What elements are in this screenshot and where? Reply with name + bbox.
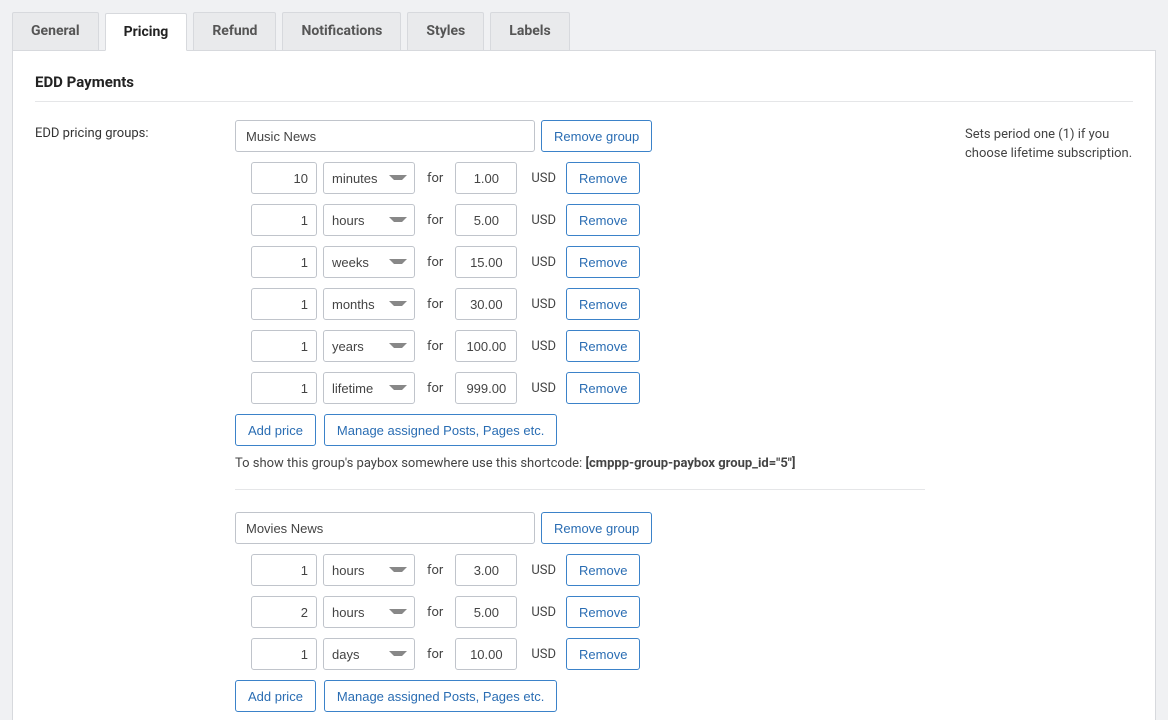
currency-label: USD: [523, 255, 560, 270]
period-unit-select[interactable]: minuteshoursdaysweeksmonthsyearslifetime: [323, 246, 415, 278]
for-label: for: [421, 381, 449, 396]
remove-price-button[interactable]: Remove: [566, 596, 640, 628]
manage-assigned-button[interactable]: Manage assigned Posts, Pages etc.: [324, 680, 557, 712]
chevron-down-icon: minuteshoursdaysweeksmonthsyearslifetime: [323, 554, 415, 586]
period-unit-select[interactable]: minuteshoursdaysweeksmonthsyearslifetime: [323, 204, 415, 236]
remove-price-button[interactable]: Remove: [566, 162, 640, 194]
manage-assigned-button[interactable]: Manage assigned Posts, Pages etc.: [324, 414, 557, 446]
period-unit-select[interactable]: minuteshoursdaysweeksmonthsyearslifetime: [323, 596, 415, 628]
currency-label: USD: [523, 171, 560, 186]
for-label: for: [421, 605, 449, 620]
section-title: EDD Payments: [35, 73, 1133, 102]
chevron-down-icon: minuteshoursdaysweeksmonthsyearslifetime: [323, 288, 415, 320]
tab-pricing[interactable]: Pricing: [105, 13, 188, 51]
currency-label: USD: [523, 381, 560, 396]
period-unit-select[interactable]: minuteshoursdaysweeksmonthsyearslifetime: [323, 162, 415, 194]
price-input[interactable]: [455, 162, 517, 194]
pricing-group: Remove group minuteshoursdaysweeksmonthsy…: [235, 512, 935, 720]
price-row: minuteshoursdaysweeksmonthsyearslifetime…: [235, 554, 935, 586]
period-qty-input[interactable]: [251, 246, 317, 278]
period-qty-input[interactable]: [251, 330, 317, 362]
remove-price-button[interactable]: Remove: [566, 372, 640, 404]
chevron-down-icon: minuteshoursdaysweeksmonthsyearslifetime: [323, 596, 415, 628]
shortcode-hint: To show this group's paybox somewhere us…: [235, 456, 935, 471]
period-qty-input[interactable]: [251, 204, 317, 236]
price-row: minuteshoursdaysweeksmonthsyearslifetime…: [235, 596, 935, 628]
chevron-down-icon: minuteshoursdaysweeksmonthsyearslifetime: [323, 204, 415, 236]
currency-label: USD: [523, 605, 560, 620]
price-input[interactable]: [455, 330, 517, 362]
remove-group-button[interactable]: Remove group: [541, 512, 652, 544]
price-input[interactable]: [455, 204, 517, 236]
tab-general[interactable]: General: [12, 12, 99, 50]
remove-price-button[interactable]: Remove: [566, 330, 640, 362]
chevron-down-icon: minuteshoursdaysweeksmonthsyearslifetime: [323, 162, 415, 194]
remove-group-button[interactable]: Remove group: [541, 120, 652, 152]
remove-price-button[interactable]: Remove: [566, 288, 640, 320]
add-price-button[interactable]: Add price: [235, 680, 316, 712]
for-label: for: [421, 339, 449, 354]
price-input[interactable]: [455, 554, 517, 586]
shortcode-code: [cmppp-group-paybox group_id="5"]: [585, 456, 795, 471]
add-price-button[interactable]: Add price: [235, 414, 316, 446]
remove-price-button[interactable]: Remove: [566, 554, 640, 586]
period-unit-select[interactable]: minuteshoursdaysweeksmonthsyearslifetime: [323, 372, 415, 404]
chevron-down-icon: minuteshoursdaysweeksmonthsyearslifetime: [323, 246, 415, 278]
price-input[interactable]: [455, 288, 517, 320]
group-name-input[interactable]: [235, 120, 535, 152]
period-unit-select[interactable]: minuteshoursdaysweeksmonthsyearslifetime: [323, 330, 415, 362]
period-unit-select[interactable]: minuteshoursdaysweeksmonthsyearslifetime: [323, 288, 415, 320]
tabs-container: GeneralPricingRefundNotificationsStylesL…: [0, 0, 1168, 50]
remove-price-button[interactable]: Remove: [566, 246, 640, 278]
remove-price-button[interactable]: Remove: [566, 638, 640, 670]
period-qty-input[interactable]: [251, 162, 317, 194]
price-input[interactable]: [455, 638, 517, 670]
currency-label: USD: [523, 213, 560, 228]
tab-styles[interactable]: Styles: [407, 12, 484, 50]
price-row: minuteshoursdaysweeksmonthsyearslifetime…: [235, 204, 935, 236]
tab-labels[interactable]: Labels: [490, 12, 569, 50]
pricing-group: Remove group minuteshoursdaysweeksmonthsy…: [235, 120, 935, 471]
group-name-input[interactable]: [235, 512, 535, 544]
for-label: for: [421, 647, 449, 662]
period-unit-select[interactable]: minuteshoursdaysweeksmonthsyearslifetime: [323, 638, 415, 670]
for-label: for: [421, 563, 449, 578]
price-input[interactable]: [455, 596, 517, 628]
for-label: for: [421, 255, 449, 270]
period-qty-input[interactable]: [251, 554, 317, 586]
chevron-down-icon: minuteshoursdaysweeksmonthsyearslifetime: [323, 638, 415, 670]
period-qty-input[interactable]: [251, 596, 317, 628]
period-unit-select[interactable]: minuteshoursdaysweeksmonthsyearslifetime: [323, 554, 415, 586]
currency-label: USD: [523, 339, 560, 354]
price-row: minuteshoursdaysweeksmonthsyearslifetime…: [235, 246, 935, 278]
pricing-groups-label: EDD pricing groups:: [35, 120, 235, 141]
price-row: minuteshoursdaysweeksmonthsyearslifetime…: [235, 162, 935, 194]
period-qty-input[interactable]: [251, 638, 317, 670]
tab-refund[interactable]: Refund: [193, 12, 276, 50]
price-row: minuteshoursdaysweeksmonthsyearslifetime…: [235, 288, 935, 320]
currency-label: USD: [523, 297, 560, 312]
tab-notifications[interactable]: Notifications: [282, 12, 401, 50]
chevron-down-icon: minuteshoursdaysweeksmonthsyearslifetime: [323, 372, 415, 404]
help-text: Sets period one (1) if you choose lifeti…: [935, 120, 1133, 164]
period-qty-input[interactable]: [251, 288, 317, 320]
price-row: minuteshoursdaysweeksmonthsyearslifetime…: [235, 330, 935, 362]
settings-panel: EDD Payments EDD pricing groups: Remove …: [12, 50, 1156, 720]
chevron-down-icon: minuteshoursdaysweeksmonthsyearslifetime: [323, 330, 415, 362]
price-row: minuteshoursdaysweeksmonthsyearslifetime…: [235, 372, 935, 404]
price-input[interactable]: [455, 372, 517, 404]
for-label: for: [421, 297, 449, 312]
for-label: for: [421, 171, 449, 186]
period-qty-input[interactable]: [251, 372, 317, 404]
currency-label: USD: [523, 563, 560, 578]
price-row: minuteshoursdaysweeksmonthsyearslifetime…: [235, 638, 935, 670]
for-label: for: [421, 213, 449, 228]
currency-label: USD: [523, 647, 560, 662]
price-input[interactable]: [455, 246, 517, 278]
group-divider: [235, 489, 925, 490]
remove-price-button[interactable]: Remove: [566, 204, 640, 236]
